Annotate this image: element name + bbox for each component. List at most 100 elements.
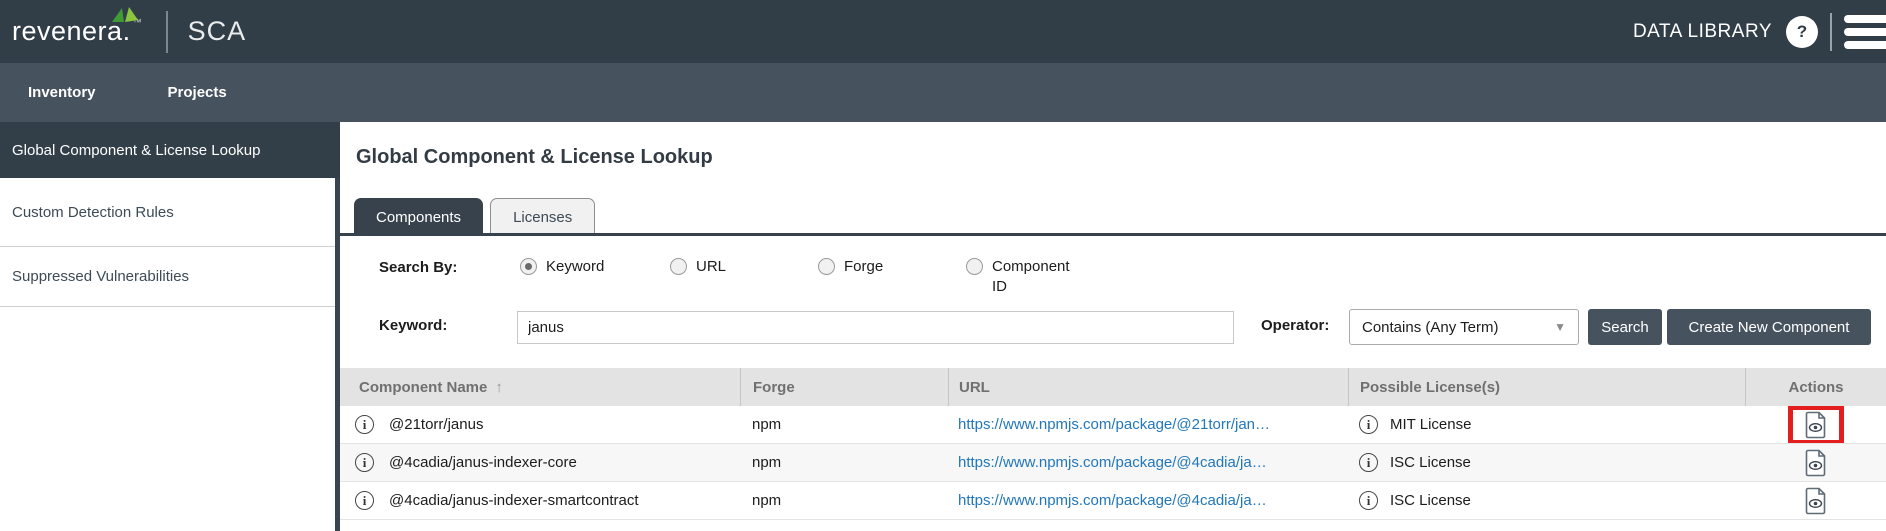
column-label: Possible License(s) [1360,379,1500,396]
operator-value: Contains (Any Term) [1362,319,1498,336]
table-row: i @21torr/janus npm https://www.npmjs.co… [340,406,1886,444]
info-icon[interactable]: i [355,415,374,434]
license-cell: i MIT License [1348,406,1745,443]
keyword-input[interactable] [517,311,1234,344]
brand-divider [166,11,168,53]
column-label: URL [959,379,990,396]
info-icon[interactable]: i [1359,491,1378,510]
table-row: i @4cadia/janus-indexer-core npm https:/… [340,444,1886,482]
radio-label: URL [696,257,726,277]
radio-selected-icon [520,258,537,275]
info-icon[interactable]: i [1359,415,1378,434]
license-cell: i ISC License [1348,482,1745,519]
component-name: @4cadia/janus-indexer-core [389,454,577,471]
tab-label: Components [376,209,461,226]
column-header-possible-licenses[interactable]: Possible License(s) [1348,368,1745,406]
info-icon[interactable]: i [355,491,374,510]
view-details-icon[interactable] [1804,487,1828,515]
radio-url[interactable]: URL [670,257,726,277]
sidebar-item-suppressed-vulnerabilities[interactable]: Suppressed Vulnerabilities [0,247,335,307]
column-label: Actions [1788,379,1843,396]
top-header-bar: revenera. ™ SCA DATA LIBRARY ? [0,0,1886,63]
data-library-label: DATA LIBRARY [1633,21,1772,43]
tab-components[interactable]: Components [354,198,483,236]
operator-dropdown[interactable]: Contains (Any Term) ▼ [1349,309,1579,345]
search-by-row: Search By: Keyword URL Forge Component I… [340,254,1886,298]
forge-cell: npm [740,444,948,481]
sidebar-item-label: Suppressed Vulnerabilities [12,268,189,285]
license-name: MIT License [1390,416,1471,433]
sidebar-item-label: Custom Detection Rules [12,204,174,221]
tab-bar: Components Licenses [354,198,595,236]
component-name-cell: i @21torr/janus [340,406,740,443]
column-header-actions: Actions [1745,368,1886,406]
operator-label: Operator: [1261,317,1329,334]
column-label: Component Name [359,379,487,396]
view-details-icon[interactable] [1804,411,1828,439]
results-table: Component Name ↑ Forge URL Possible Lice… [340,368,1886,520]
view-details-icon[interactable] [1804,449,1828,477]
radio-label: Forge [844,257,883,277]
header-divider [1830,13,1832,51]
chevron-down-icon: ▼ [1554,320,1566,334]
actions-cell [1745,406,1886,443]
column-header-url[interactable]: URL [948,368,1348,406]
header-right-group: DATA LIBRARY ? [1633,0,1886,63]
url-link[interactable]: https://www.npmjs.com/package/@4cadia/ja… [958,492,1267,509]
search-button[interactable]: Search [1588,309,1662,345]
table-row: i @4cadia/janus-indexer-smartcontract np… [340,482,1886,520]
actions-cell [1745,482,1886,519]
column-header-component-name[interactable]: Component Name ↑ [340,368,740,406]
component-name: @21torr/janus [389,416,483,433]
nav-item-projects[interactable]: Projects [168,84,227,101]
url-cell: https://www.npmjs.com/package/@4cadia/ja… [948,482,1348,519]
info-icon[interactable]: i [355,453,374,472]
column-header-forge[interactable]: Forge [740,368,948,406]
tab-content-divider [340,233,1886,236]
component-name: @4cadia/janus-indexer-smartcontract [389,492,639,509]
url-cell: https://www.npmjs.com/package/@4cadia/ja… [948,444,1348,481]
radio-icon [818,258,835,275]
sort-asc-icon: ↑ [495,379,503,396]
url-link[interactable]: https://www.npmjs.com/package/@21torr/ja… [958,416,1270,433]
radio-label: Keyword [546,257,604,277]
component-name-cell: i @4cadia/janus-indexer-core [340,444,740,481]
forge-cell: npm [740,406,948,443]
app-window: revenera. ™ SCA DATA LIBRARY ? Inventory… [0,0,1886,531]
create-new-component-button[interactable]: Create New Component [1667,309,1871,345]
license-cell: i ISC License [1348,444,1745,481]
radio-keyword[interactable]: Keyword [520,257,604,277]
nav-item-inventory[interactable]: Inventory [28,84,96,101]
tab-label: Licenses [513,209,572,226]
keyword-row: Keyword: Operator: Contains (Any Term) ▼… [340,308,1886,346]
page-title: Global Component & License Lookup [356,146,713,169]
info-icon[interactable]: i [1359,453,1378,472]
product-name: SCA [188,16,247,47]
help-icon[interactable]: ? [1786,16,1818,48]
keyword-label: Keyword: [379,317,447,334]
tab-licenses[interactable]: Licenses [490,198,595,236]
sidebar-item-global-lookup[interactable]: Global Component & License Lookup [0,122,340,178]
main-navbar: Inventory Projects [0,63,1886,122]
sidebar-item-label: Global Component & License Lookup [12,142,261,159]
license-name: ISC License [1390,492,1471,509]
brand-wordmark: revenera. [12,16,131,47]
radio-icon [670,258,687,275]
table-header-row: Component Name ↑ Forge URL Possible Lice… [340,368,1886,406]
radio-icon [966,258,983,275]
leaf-fan-icon [110,7,140,23]
column-label: Forge [753,379,795,396]
search-by-label: Search By: [379,259,457,276]
actions-cell [1745,444,1886,481]
radio-forge[interactable]: Forge [818,257,883,277]
radio-label: Component ID [992,257,1084,298]
forge-cell: npm [740,482,948,519]
component-name-cell: i @4cadia/janus-indexer-smartcontract [340,482,740,519]
hamburger-menu-icon[interactable] [1844,15,1886,49]
radio-component-id[interactable]: Component ID [966,257,1084,298]
revenera-logo: revenera. ™ SCA [12,11,246,53]
license-name: ISC License [1390,454,1471,471]
url-cell: https://www.npmjs.com/package/@21torr/ja… [948,406,1348,443]
sidebar-item-custom-detection-rules[interactable]: Custom Detection Rules [0,178,335,247]
url-link[interactable]: https://www.npmjs.com/package/@4cadia/ja… [958,454,1267,471]
